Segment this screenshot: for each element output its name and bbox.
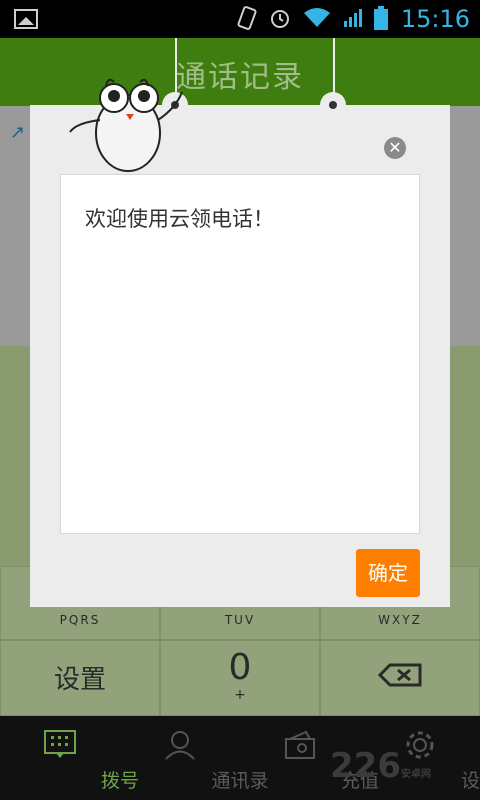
welcome-message: 欢迎使用云领电话！ (85, 207, 274, 231)
settings-key-label: 设置 (53, 665, 106, 695)
key-0[interactable]: 0 + (160, 640, 320, 716)
close-icon: ✕ (388, 138, 402, 157)
key-letters: PQRS (59, 613, 101, 627)
key-plus: + (234, 687, 246, 703)
watermark: 226安卓网 (330, 746, 431, 786)
status-time: 15:16 (400, 5, 470, 33)
welcome-dialog: ✕ 欢迎使用云领电话！ 确定 (30, 92, 450, 607)
message-box: 欢迎使用云领电话！ (60, 174, 420, 534)
contacts-icon (164, 730, 196, 760)
wallet-icon (284, 730, 316, 760)
tab-contacts[interactable]: 通讯录 (120, 716, 269, 800)
key-letters: TUV (224, 613, 256, 627)
backspace-icon (377, 663, 422, 687)
battery-icon (374, 6, 388, 35)
dialpad-icon (44, 730, 76, 760)
outgoing-call-icon: ↗ (10, 122, 26, 143)
key-digit: 0 (228, 647, 252, 688)
confirm-button[interactable]: 确定 (356, 549, 420, 597)
status-icons (236, 6, 388, 35)
image-icon (14, 9, 38, 29)
dialog-pin-right (320, 92, 346, 118)
status-bar: 15:16 (0, 0, 480, 38)
watermark-text: 226 (330, 746, 401, 786)
watermark-sub: 安卓网 (400, 769, 431, 780)
vibrate-icon (236, 6, 258, 35)
bottom-tab-bar: 拨号 通讯录 充值 设置 226安卓网 (0, 716, 480, 800)
mascot-illustration (66, 68, 196, 178)
settings-key[interactable]: 设置 (0, 640, 160, 716)
key-letters: WXYZ (378, 613, 422, 627)
alarm-icon (268, 6, 292, 35)
wifi-icon (302, 7, 332, 34)
close-button[interactable]: ✕ (384, 137, 406, 159)
tab-dial[interactable]: 拨号 (0, 716, 139, 800)
signal-icon (342, 7, 364, 34)
backspace-key[interactable] (320, 640, 480, 716)
